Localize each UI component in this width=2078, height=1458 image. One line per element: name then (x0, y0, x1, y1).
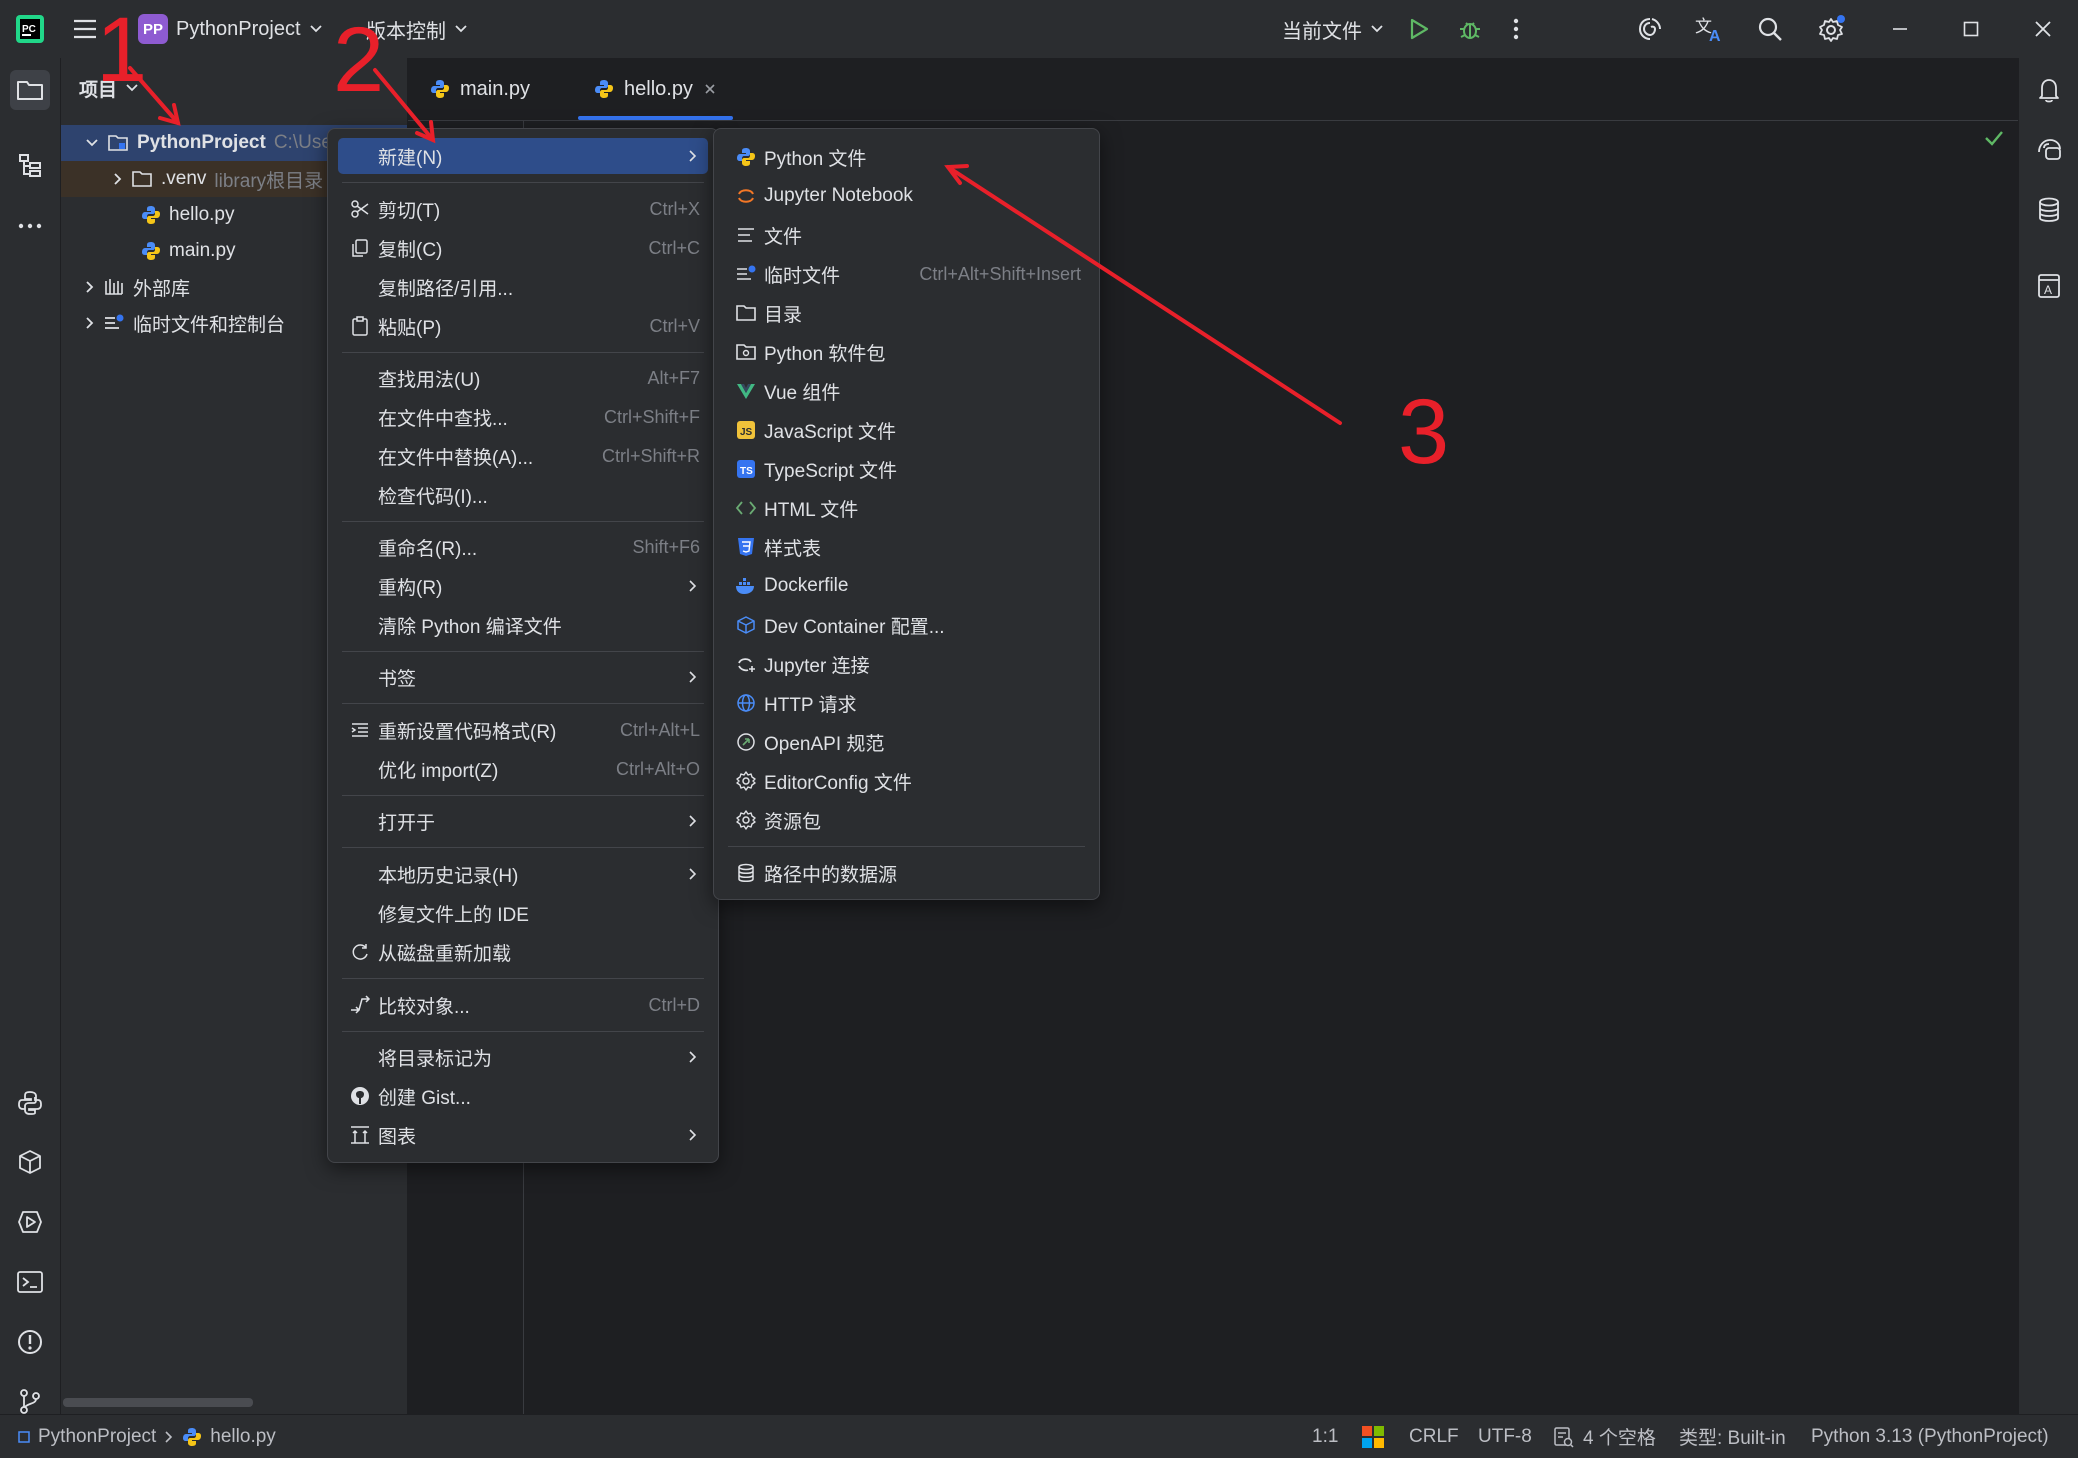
annotation-number-1: 1 (96, 0, 148, 101)
annotation-number-2: 2 (333, 9, 385, 111)
annotation-arrow-3 (946, 165, 1342, 425)
annotation-arrows (128, 66, 1342, 425)
annotation-number-3: 3 (1398, 381, 1450, 483)
